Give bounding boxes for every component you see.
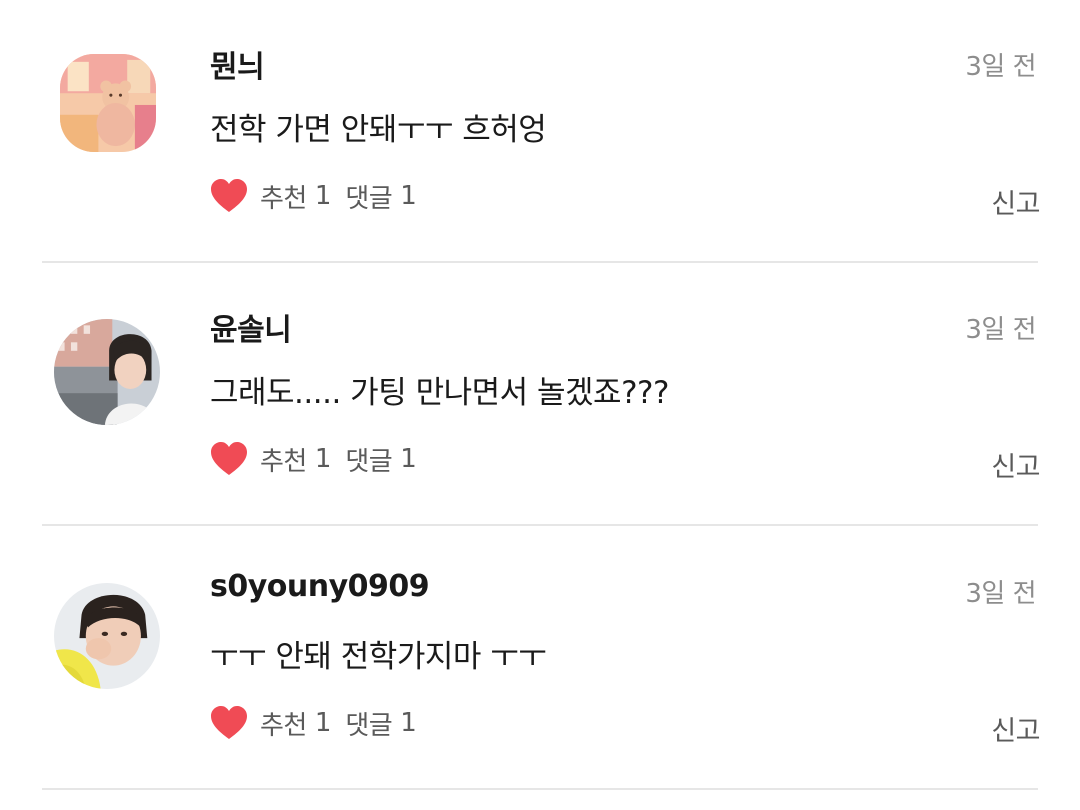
comment-text: ㅜㅜ 안돼 전학가지마 ㅜㅜ (210, 639, 547, 675)
nickname[interactable]: 윤솔니 (210, 305, 292, 349)
reply-count: 1 (400, 181, 417, 211)
comment-actions: 추천 1 댓글 1 (210, 176, 431, 216)
comment-item: s0youny0909 3일 전 ㅜㅜ 안돼 전학가지마 ㅜㅜ 추천 1 댓글 … (0, 527, 1080, 790)
reply-button[interactable]: 댓글 (345, 441, 392, 478)
heart-icon[interactable] (210, 178, 248, 214)
comment-list: 뭔늬 3일 전 전학 가면 안돼ㅜㅜ 흐허엉 추천 1 댓글 1 신고 윤솔니 … (0, 0, 1080, 810)
avatar[interactable] (54, 319, 160, 425)
recommend-count: 1 (314, 708, 332, 738)
heart-icon[interactable] (210, 441, 248, 477)
timestamp: 3일 전 (965, 315, 1036, 345)
reply-button[interactable]: 댓글 (345, 178, 392, 215)
recommend-label: 추천 (260, 710, 307, 741)
avatar[interactable] (54, 583, 160, 689)
comment-actions: 추천 1 댓글 1 (210, 439, 431, 479)
reply-button[interactable]: 댓글 (345, 705, 392, 742)
comment-text: 전학 가면 안돼ㅜㅜ 흐허엉 (210, 112, 547, 148)
avatar-image-icon (60, 54, 156, 152)
avatar-image-icon (54, 583, 160, 689)
reply-count: 1 (400, 708, 417, 738)
comment-item: 뭔늬 3일 전 전학 가면 안돼ㅜㅜ 흐허엉 추천 1 댓글 1 신고 (0, 0, 1080, 263)
recommend-count: 1 (314, 444, 332, 474)
recommend-label: 추천 (260, 446, 307, 477)
comment-item: 윤솔니 3일 전 그래도..... 가팅 만나면서 놀겠죠??? 추천 1 댓글… (0, 263, 1080, 526)
comment-text: 그래도..... 가팅 만나면서 놀겠죠??? (210, 375, 669, 411)
divider (42, 524, 1038, 526)
recommend-label: 추천 (260, 183, 307, 214)
divider (42, 788, 1038, 790)
timestamp: 3일 전 (965, 52, 1036, 82)
report-button[interactable]: 신고 (991, 445, 1040, 484)
report-button[interactable]: 신고 (991, 709, 1040, 748)
nickname[interactable]: s0youny0909 (210, 569, 430, 604)
report-button[interactable]: 신고 (991, 182, 1040, 221)
avatar-image-icon (54, 319, 160, 425)
recommend-count: 1 (314, 181, 332, 211)
nickname[interactable]: 뭔늬 (210, 42, 265, 86)
avatar[interactable] (60, 54, 156, 152)
heart-icon[interactable] (210, 705, 248, 741)
timestamp: 3일 전 (965, 579, 1036, 609)
comment-actions: 추천 1 댓글 1 (210, 703, 431, 743)
reply-count: 1 (400, 444, 417, 474)
